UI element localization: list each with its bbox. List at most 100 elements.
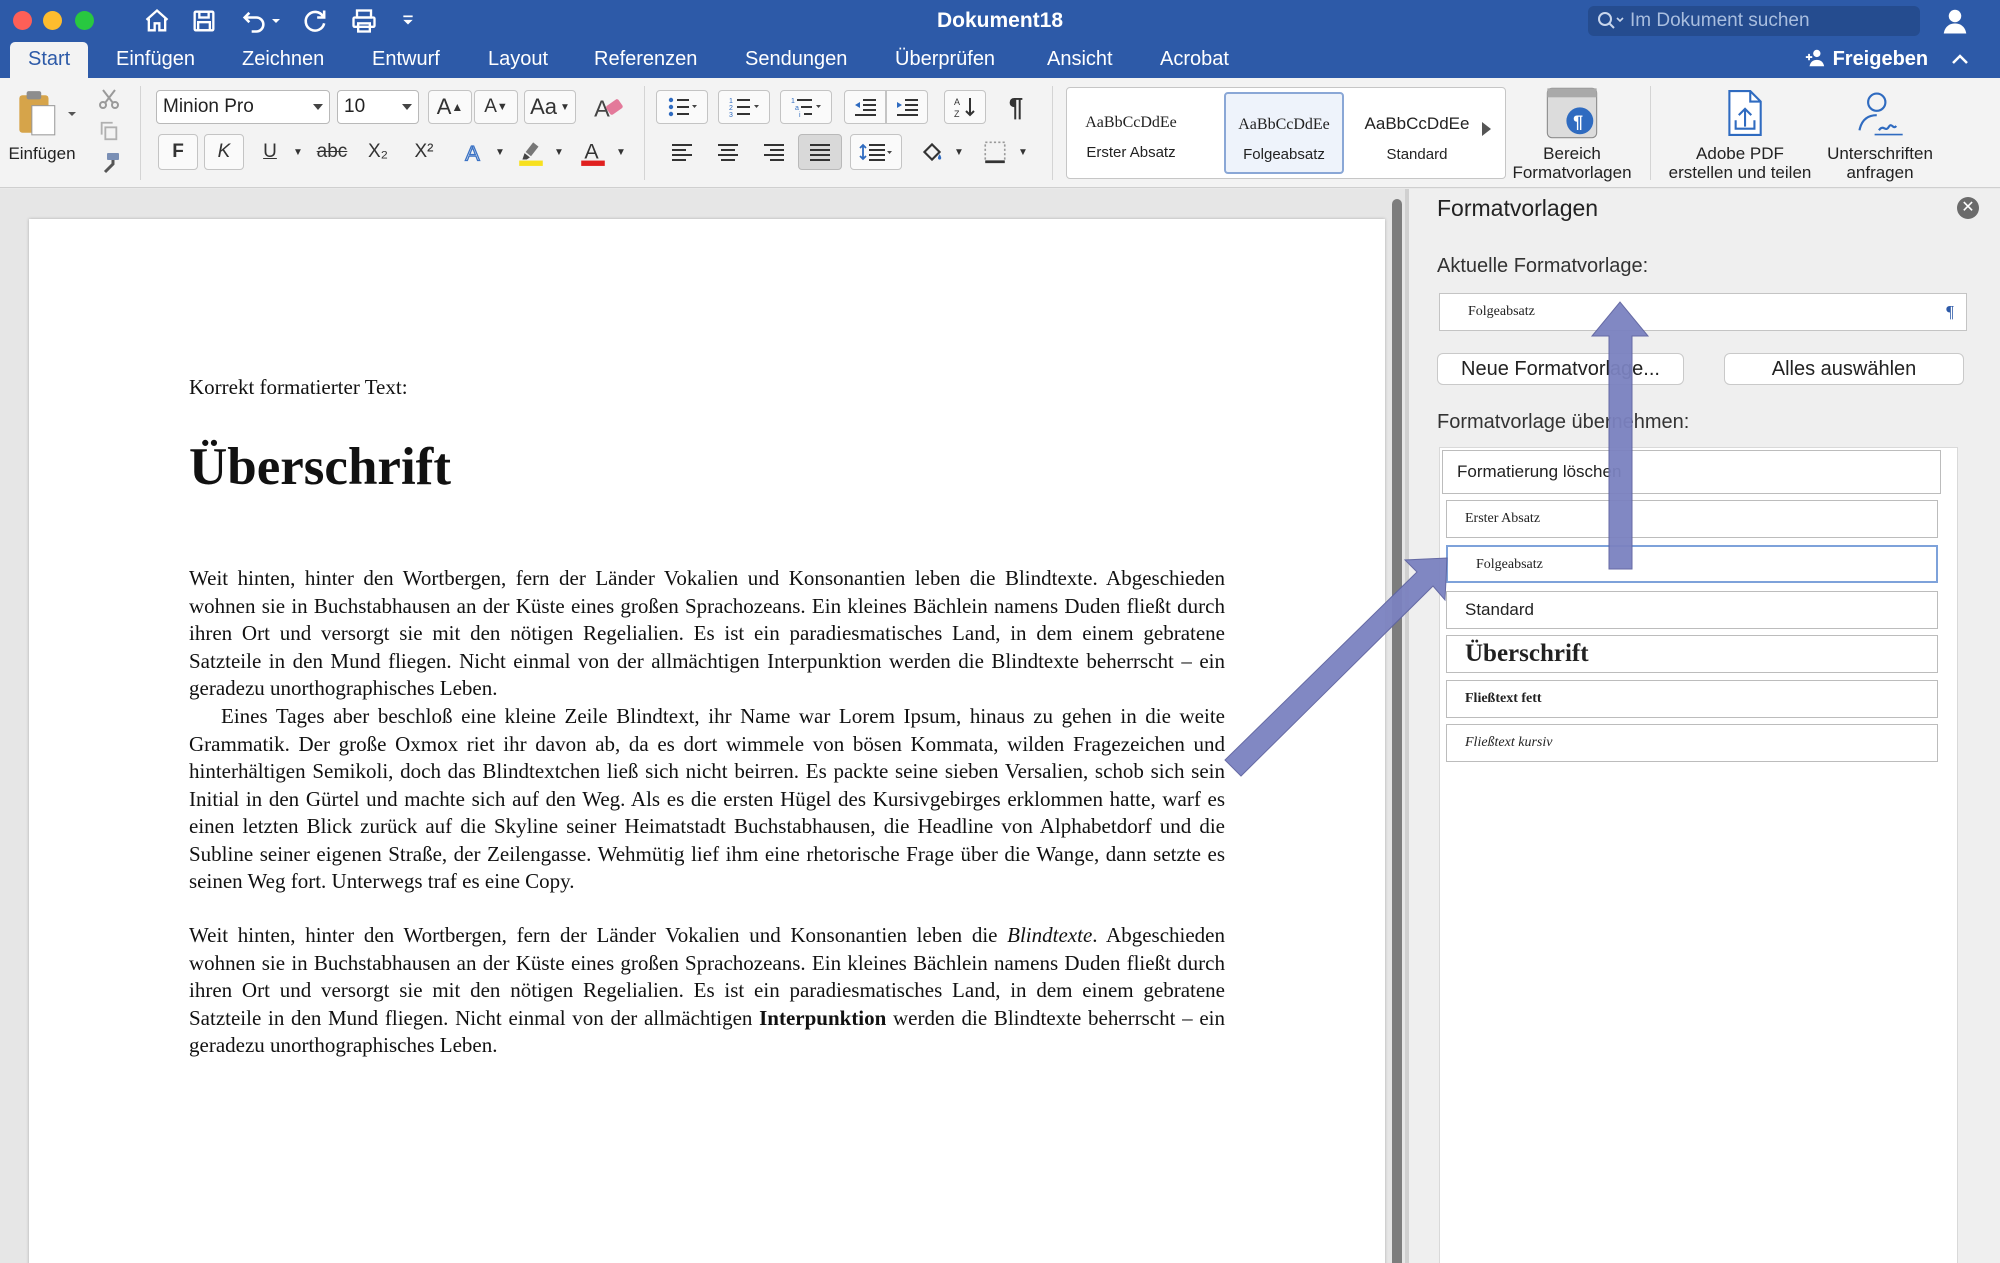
align-left-icon[interactable] (660, 134, 704, 170)
redo-icon[interactable] (298, 5, 334, 37)
show-formatting-marks-icon[interactable]: ¶ (996, 90, 1036, 124)
current-style-value: Folgeabsatz (1468, 304, 1535, 319)
line-spacing-icon[interactable] (850, 134, 902, 170)
cut-icon[interactable] (94, 84, 124, 114)
search-input[interactable]: Im Dokument suchen (1588, 6, 1920, 36)
align-center-icon[interactable] (706, 134, 750, 170)
font-color-dropdown-icon[interactable]: ▼ (614, 134, 628, 170)
svg-text:Z: Z (954, 109, 960, 119)
style-item-folgeabsatz[interactable]: Folgeabsatz (1446, 545, 1938, 583)
adobe-pdf-button[interactable] (1718, 88, 1770, 138)
document-page[interactable]: Korrekt formatierter Text: Überschrift W… (29, 219, 1385, 1263)
highlight-icon[interactable] (510, 134, 552, 170)
tab-ueberpruefen[interactable]: Überprüfen (895, 42, 995, 78)
text-effects-icon[interactable]: A (455, 134, 495, 170)
clipboard-icon (19, 91, 56, 136)
align-right-icon[interactable] (752, 134, 796, 170)
tab-referenzen[interactable]: Referenzen (594, 42, 697, 78)
style-item-fliesstext-fett[interactable]: Fließtext fett (1446, 680, 1938, 718)
tab-entwurf[interactable]: Entwurf (372, 42, 440, 78)
multilevel-list-button[interactable]: 1ai (780, 90, 832, 124)
paste-button[interactable] (8, 88, 64, 140)
tab-start[interactable]: Start (10, 42, 89, 78)
copy-icon[interactable] (94, 116, 124, 146)
apply-style-label: Formatvorlage übernehmen: (1437, 411, 1690, 433)
tab-sendungen[interactable]: Sendungen (745, 42, 847, 78)
style-name: Standard (1386, 146, 1448, 163)
text-effects-dropdown-icon[interactable]: ▼ (493, 134, 507, 170)
style-item-standard[interactable]: Standard (1446, 591, 1938, 629)
shading-dropdown-icon[interactable]: ▼ (952, 134, 966, 170)
signature-icon (1858, 92, 1903, 136)
styles-pane: Formatvorlagen ✕ Aktuelle Formatvorlage:… (1409, 189, 2000, 1263)
select-all-button[interactable]: Alles auswählen (1724, 353, 1964, 385)
format-painter-icon[interactable] (94, 148, 124, 178)
minimize-window-button[interactable] (43, 11, 62, 30)
document-scrollbar[interactable] (1390, 189, 1405, 1263)
document-paragraph-3: Weit hinten, hinter den Wortbergen, fern… (189, 923, 1225, 1057)
scrollbar-thumb[interactable] (1392, 199, 1402, 1263)
tab-acrobat[interactable]: Acrobat (1160, 42, 1229, 78)
tab-zeichnen[interactable]: Zeichnen (242, 42, 324, 78)
tab-einfuegen[interactable]: Einfügen (116, 42, 195, 78)
home-icon[interactable] (139, 5, 175, 37)
underline-dropdown-icon[interactable]: ▼ (290, 134, 306, 170)
gallery-next-icon[interactable] (1482, 122, 1491, 136)
svg-text:A: A (584, 139, 599, 163)
superscript-button[interactable]: X² (404, 134, 444, 170)
share-button[interactable]: Freigeben (1803, 42, 1928, 78)
highlight-dropdown-icon[interactable]: ▼ (552, 134, 566, 170)
document-paragraph-2: Eines Tages aber beschloß eine kleine Ze… (189, 704, 1225, 893)
change-case-button[interactable]: Aa ▼ (524, 90, 576, 124)
print-icon[interactable] (346, 5, 382, 37)
paste-dropdown-icon[interactable] (64, 106, 80, 122)
close-window-button[interactable] (13, 11, 32, 30)
shrink-font-button[interactable]: A ▼ (474, 90, 518, 124)
borders-dropdown-icon[interactable]: ▼ (1016, 134, 1030, 170)
font-color-icon[interactable]: A (572, 134, 614, 170)
account-icon[interactable] (1940, 6, 1970, 36)
close-pane-icon[interactable]: ✕ (1957, 197, 1979, 219)
font-size-select[interactable]: 10 (337, 90, 419, 124)
underline-button[interactable]: U (250, 134, 290, 170)
sort-icon[interactable]: AZ (944, 90, 986, 124)
style-tile-erster-absatz[interactable]: AaBbCcDdEe Erster Absatz (1071, 92, 1191, 174)
collapse-ribbon-icon[interactable] (1948, 48, 1972, 72)
clear-formatting-icon[interactable]: A (588, 88, 628, 126)
styles-pane-button[interactable]: ¶ (1542, 84, 1602, 142)
save-icon[interactable] (186, 5, 222, 37)
italic-button[interactable]: K (204, 134, 244, 170)
current-style-field[interactable]: Folgeabsatz ¶ (1439, 293, 1967, 331)
maximize-window-button[interactable] (75, 11, 94, 30)
undo-icon[interactable] (236, 5, 272, 37)
new-style-button[interactable]: Neue Formatvorlage... (1437, 353, 1684, 385)
tab-ansicht[interactable]: Ansicht (1047, 42, 1113, 78)
tab-layout[interactable]: Layout (488, 42, 548, 78)
strikethrough-button[interactable]: abc (312, 134, 352, 170)
style-list: Formatierung löschen Erster Absatz Folge… (1439, 447, 1958, 1263)
grow-font-button[interactable]: A ▲ (428, 90, 472, 124)
style-name: Erster Absatz (1086, 144, 1176, 161)
numbered-list-button[interactable]: 123 (718, 90, 770, 124)
style-item-fliesstext-kursiv[interactable]: Fließtext kursiv (1446, 724, 1938, 762)
paragraph-mark-icon: ¶ (1946, 302, 1954, 321)
style-item-erster-absatz[interactable]: Erster Absatz (1446, 500, 1938, 538)
svg-text:i: i (799, 112, 801, 118)
borders-icon[interactable] (974, 134, 1016, 170)
style-item-ueberschrift[interactable]: Überschrift (1446, 635, 1938, 673)
font-name-select[interactable]: Minion Pro (156, 90, 330, 124)
decrease-indent-icon[interactable] (844, 90, 886, 124)
bullet-list-button[interactable] (656, 90, 708, 124)
request-signatures-button[interactable] (1852, 88, 1908, 138)
share-label: Freigeben (1832, 48, 1929, 70)
increase-indent-icon[interactable] (886, 90, 928, 124)
shading-icon[interactable] (912, 134, 952, 170)
justify-icon[interactable] (798, 134, 842, 170)
bold-button[interactable]: F (158, 134, 198, 170)
undo-dropdown-icon[interactable] (268, 5, 284, 37)
style-tile-standard[interactable]: AaBbCcDdEe Standard (1357, 92, 1477, 174)
style-item-clear-formatting[interactable]: Formatierung löschen (1442, 450, 1941, 494)
style-tile-folgeabsatz[interactable]: AaBbCcDdEe Folgeabsatz (1224, 92, 1344, 174)
subscript-button[interactable]: X₂ (358, 134, 398, 170)
customize-toolbar-icon[interactable] (398, 5, 418, 37)
